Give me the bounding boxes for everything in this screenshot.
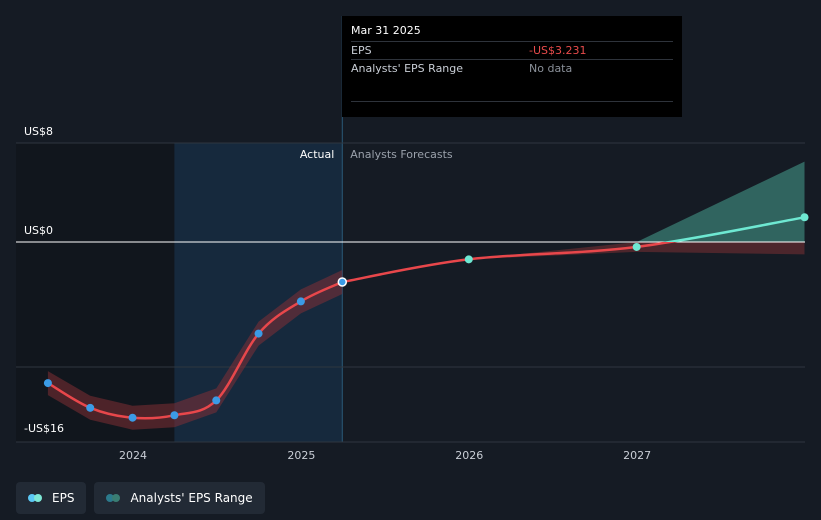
tooltip-eps-value: -US$3.231 — [529, 44, 587, 57]
eps-forecast-point-2 — [800, 213, 809, 222]
tooltip-date: Mar 31 2025 — [351, 24, 421, 37]
x-tick-label-2027: 2027 — [623, 449, 651, 462]
eps-range-legend-icon — [106, 493, 122, 503]
eps-actual-point-5 — [254, 329, 263, 338]
y-tick-label-2: -US$16 — [24, 422, 64, 435]
chart-legend: EPS Analysts' EPS Range — [16, 482, 265, 514]
eps-actual-point-4 — [212, 396, 221, 405]
legend-item-eps[interactable]: EPS — [16, 482, 87, 514]
eps-actual-point-3 — [170, 411, 179, 420]
eps-forecast-point-1 — [632, 242, 641, 251]
tooltip-row-eps: EPS -US$3.231 — [351, 41, 673, 59]
x-tick-label-2026: 2026 — [455, 449, 483, 462]
legend-eps-label: EPS — [52, 491, 75, 505]
eps-actual-point-0 — [43, 379, 52, 388]
eps-actual-point-6 — [296, 297, 305, 306]
legend-item-eps-range[interactable]: Analysts' EPS Range — [94, 482, 265, 514]
forecast-region-label: Analysts Forecasts — [350, 148, 453, 161]
eps-legend-icon — [28, 493, 44, 503]
chart-tooltip: Mar 31 2025 EPS -US$3.231 Analysts' EPS … — [342, 16, 682, 117]
tooltip-divider — [351, 101, 673, 102]
y-tick-label-1: US$0 — [24, 224, 53, 237]
tooltip-range-label: Analysts' EPS Range — [351, 62, 464, 75]
x-tick-label-2025: 2025 — [287, 449, 315, 462]
legend-eps-range-label: Analysts' EPS Range — [130, 491, 253, 505]
eps-actual-point-1 — [86, 403, 95, 412]
x-tick-label-2024: 2024 — [119, 449, 147, 462]
eps-actual-point-7 — [337, 277, 348, 287]
eps-forecast-point-0 — [464, 255, 473, 264]
tooltip-row-range: Analysts' EPS Range No data — [351, 59, 673, 77]
y-tick-label-0: US$8 — [24, 125, 53, 138]
tooltip-range-value: No data — [529, 62, 573, 75]
actual-region-label: Actual — [300, 148, 334, 161]
forecast-range-band-negative — [342, 242, 805, 282]
eps-actual-point-2 — [128, 413, 137, 422]
tooltip-eps-label: EPS — [351, 44, 372, 57]
